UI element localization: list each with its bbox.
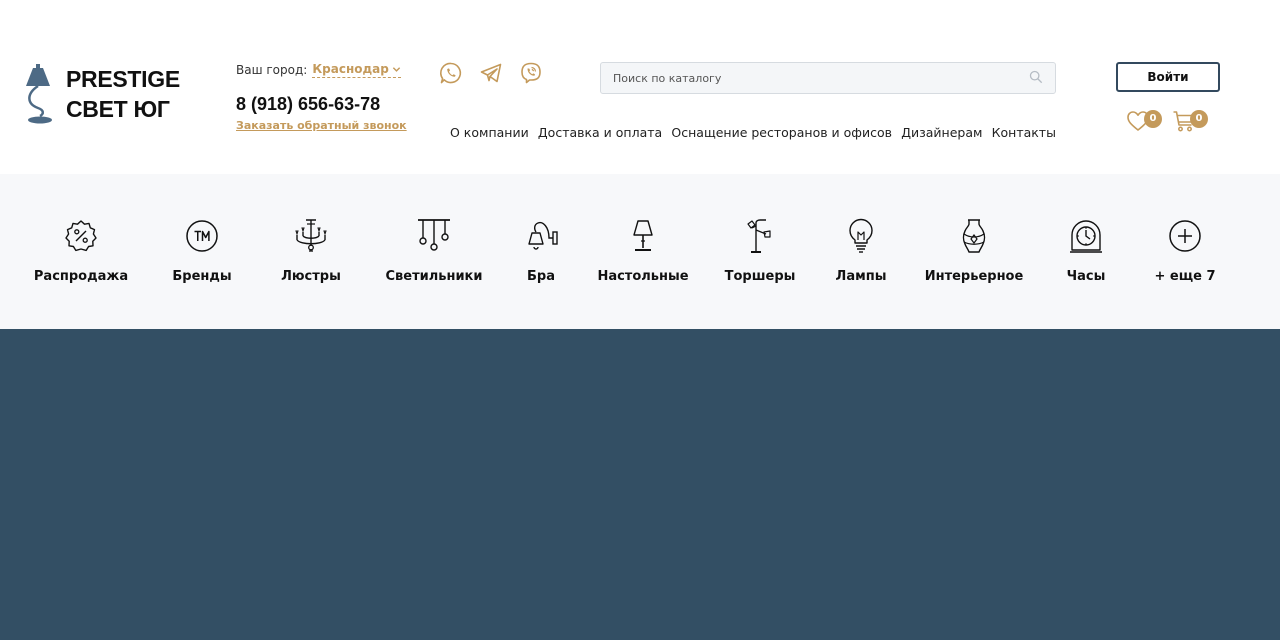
category-label: Бра	[527, 269, 555, 284]
category-chandeliers[interactable]: Люстры	[280, 218, 342, 284]
nav-link-designers[interactable]: Дизайнерам	[901, 125, 982, 140]
hero-banner	[0, 329, 1280, 640]
category-bulbs[interactable]: Лампы	[836, 218, 886, 284]
category-label: Интерьерное	[924, 269, 1024, 284]
category-label: Распродажа	[33, 269, 129, 284]
category-label: Лампы	[835, 269, 887, 284]
category-lamps-fixtures[interactable]: Светильники	[385, 218, 483, 284]
light-bulb-icon	[849, 218, 873, 253]
category-label: Настольные	[597, 269, 689, 284]
messenger-links	[439, 61, 543, 85]
category-label: + еще 7	[1154, 269, 1216, 284]
category-interior[interactable]: Интерьерное	[925, 218, 1023, 284]
logo-text: PRESTIGE СВЕТ ЮГ	[66, 64, 180, 124]
category-wall-lamps[interactable]: Бра	[521, 218, 561, 284]
search-box	[600, 62, 1056, 94]
category-floor-lamps[interactable]: Торшеры	[724, 218, 796, 284]
cart-button[interactable]: 0	[1172, 108, 1212, 134]
site-header: PRESTIGE СВЕТ ЮГ Ваш город: Краснодар 8 …	[0, 0, 1280, 174]
clock-icon	[1070, 220, 1102, 253]
sale-badge-icon	[65, 220, 97, 252]
city-selector: Ваш город: Краснодар	[236, 62, 401, 78]
floor-lamp-icon	[747, 219, 771, 253]
nav-link-about[interactable]: О компании	[450, 125, 529, 140]
search-button[interactable]	[1029, 70, 1045, 86]
lamp-logo-icon	[26, 64, 52, 124]
search-icon	[1029, 70, 1043, 84]
nav-link-restaurants-offices[interactable]: Оснащение ресторанов и офисов	[671, 125, 892, 140]
favorites-button[interactable]: 0	[1126, 108, 1166, 134]
nav-link-contacts[interactable]: Контакты	[992, 125, 1056, 140]
category-clocks[interactable]: Часы	[1061, 218, 1111, 284]
login-button[interactable]: Войти	[1116, 62, 1220, 92]
category-label: Люстры	[281, 269, 341, 284]
category-brands[interactable]: Бренды	[172, 218, 232, 284]
plus-circle-icon	[1169, 220, 1201, 252]
logo-line-2: СВЕТ ЮГ	[66, 96, 170, 122]
trademark-icon	[186, 220, 218, 252]
vase-icon	[962, 219, 986, 253]
telegram-icon[interactable]	[479, 61, 503, 85]
table-lamp-icon	[633, 220, 653, 251]
search-input[interactable]	[601, 63, 1021, 93]
city-dropdown[interactable]: Краснодар	[312, 62, 401, 78]
category-table-lamps[interactable]: Настольные	[597, 218, 689, 284]
category-label: Бренды	[172, 269, 232, 284]
category-label: Торшеры	[724, 269, 796, 284]
phone-number[interactable]: 8 (918) 656-63-78	[236, 94, 380, 115]
top-navigation: О компании Доставка и оплата Оснащение р…	[450, 125, 1056, 140]
category-more[interactable]: + еще 7	[1154, 218, 1216, 284]
chevron-down-icon	[392, 66, 401, 72]
city-value: Краснодар	[312, 62, 389, 76]
callback-link[interactable]: Заказать обратный звонок	[236, 119, 407, 132]
viber-icon[interactable]	[519, 61, 543, 85]
nav-link-delivery[interactable]: Доставка и оплата	[538, 125, 662, 140]
pendant-lamps-icon	[418, 219, 450, 251]
favorites-count-badge: 0	[1144, 110, 1162, 128]
logo-line-1: PRESTIGE	[66, 66, 180, 92]
category-label: Часы	[1066, 269, 1106, 284]
logo[interactable]: PRESTIGE СВЕТ ЮГ	[24, 60, 184, 126]
whatsapp-icon[interactable]	[439, 61, 463, 85]
city-label: Ваш город:	[236, 63, 308, 77]
chandelier-icon	[295, 219, 327, 252]
category-bar: Распродажа Бренды Люстры Светильники Бра…	[0, 174, 1280, 329]
category-sale[interactable]: Распродажа	[34, 218, 128, 284]
category-label: Светильники	[385, 269, 483, 284]
cart-count-badge: 0	[1190, 110, 1208, 128]
wall-lamp-icon	[528, 221, 558, 250]
